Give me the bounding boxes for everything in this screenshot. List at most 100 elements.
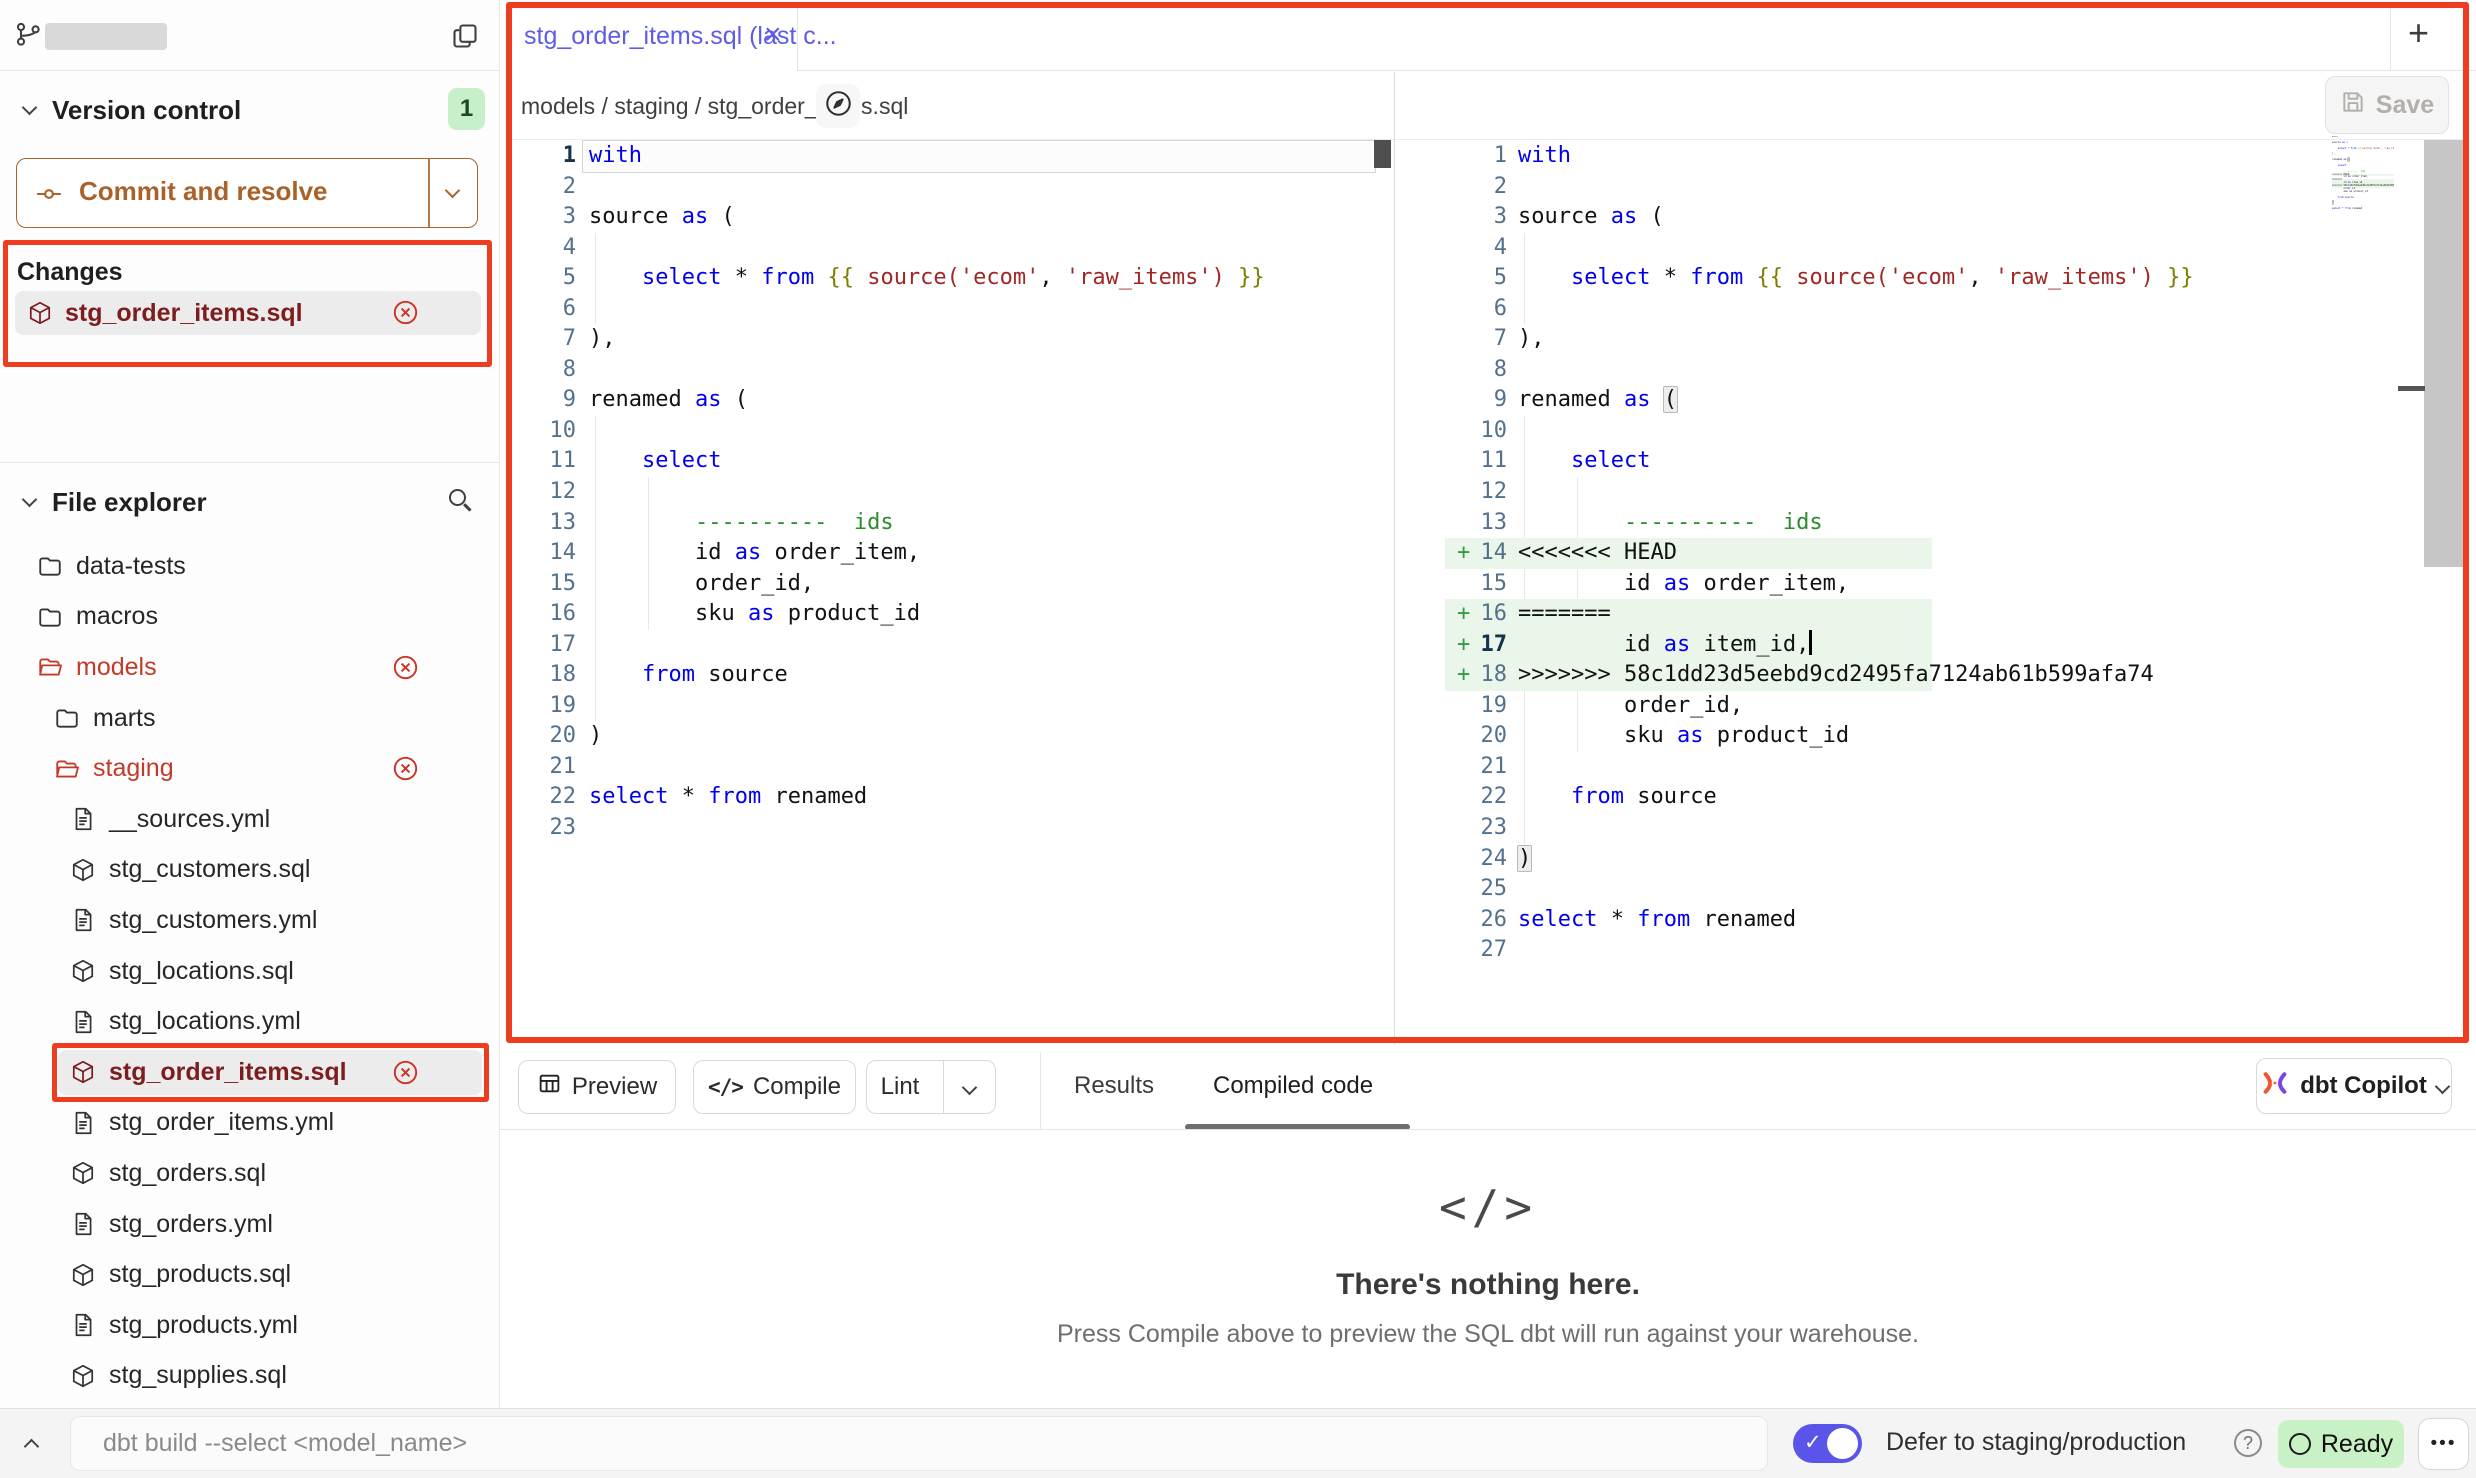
new-tab-button[interactable]: +: [2408, 12, 2429, 54]
code-line: 15 id as order_item,: [1445, 569, 1932, 600]
help-icon[interactable]: ?: [2234, 1429, 2262, 1457]
file-row-macros[interactable]: macros: [0, 592, 500, 643]
code-line: +14<<<<<<< HEAD: [1445, 538, 1932, 569]
divider: [0, 70, 500, 71]
file-row-marts[interactable]: marts: [0, 693, 500, 744]
code-line: 22 from source: [1445, 782, 1932, 813]
code-line: +16=======: [1445, 599, 1932, 630]
scrollbar-thumb[interactable]: [2398, 386, 2425, 391]
file-row-stg-order-items-yml[interactable]: stg_order_items.yml: [0, 1098, 500, 1149]
branch-name-redacted: [45, 23, 167, 50]
ready-status-badge[interactable]: Ready: [2278, 1420, 2404, 1468]
divider: [797, 70, 2476, 71]
code-line: 24): [1445, 844, 1932, 875]
pane-splitter[interactable]: [1394, 72, 1395, 1044]
code-line: 20 sku as product_id: [1445, 721, 1932, 752]
preview-button-label: Preview: [572, 1073, 657, 1101]
file-icon: [70, 806, 96, 832]
dbt-ide-window: Version control 1 Commit and resolve Cha…: [0, 0, 2476, 1478]
minimap[interactable]: 1with23source as (45 select * from {{ so…: [2332, 136, 2394, 218]
folder-open-icon: [54, 756, 80, 782]
editor-pane-right[interactable]: 1with23source as (45 select * from {{ so…: [1445, 141, 1932, 966]
file-icon: [70, 1009, 96, 1035]
file-row-label: __sources.yml: [109, 805, 270, 834]
scrollbar-thumb[interactable]: [1374, 140, 1391, 168]
search-icon[interactable]: [449, 489, 466, 506]
discard-change-icon[interactable]: [392, 299, 419, 333]
discard-change-icon[interactable]: [392, 755, 419, 789]
code-line: 21: [510, 752, 1370, 783]
version-control-header[interactable]: Version control: [52, 95, 241, 126]
file-row-label: stg_order_items.sql: [109, 1058, 347, 1087]
model-icon: [70, 857, 96, 883]
editor-pane-left[interactable]: 1with23source as (45 select * from {{ so…: [510, 141, 1370, 844]
dbt-copilot-label: dbt Copilot: [2300, 1072, 2427, 1100]
file-row-stg-orders-yml[interactable]: stg_orders.yml: [0, 1199, 500, 1250]
file-row-stg-products-sql[interactable]: stg_products.sql: [0, 1249, 500, 1300]
close-icon[interactable]: ×: [764, 18, 782, 52]
tab-results[interactable]: Results: [1074, 1072, 1154, 1100]
chevron-down-icon[interactable]: [22, 100, 38, 116]
file-row-stg-products-yml[interactable]: stg_products.yml: [0, 1300, 500, 1351]
code-line: 22select * from renamed: [510, 782, 1370, 813]
lineage-button[interactable]: [816, 84, 860, 128]
file-row-label: stg_customers.yml: [109, 906, 317, 935]
divider: [500, 1129, 2476, 1130]
commit-and-resolve-button[interactable]: Commit and resolve: [16, 158, 478, 228]
discard-change-icon[interactable]: [392, 1059, 419, 1093]
file-row-stg-locations-sql[interactable]: stg_locations.sql: [0, 946, 500, 997]
defer-toggle[interactable]: ✓: [1793, 1424, 1862, 1463]
code-line: 27: [1445, 935, 1932, 966]
file-row-staging[interactable]: staging: [0, 743, 500, 794]
file-row-stg-customers-sql[interactable]: stg_customers.sql: [0, 845, 500, 896]
file-row-label: stg_orders.sql: [109, 1159, 266, 1188]
file-row--sources-yml[interactable]: __sources.yml: [0, 794, 500, 845]
file-row-stg-order-items-sql[interactable]: stg_order_items.sql: [0, 1047, 500, 1098]
lint-dropdown[interactable]: [943, 1061, 995, 1113]
file-row-label: stg_products.sql: [109, 1260, 291, 1289]
preview-button[interactable]: Preview: [518, 1060, 676, 1114]
save-button[interactable]: Save: [2325, 76, 2449, 134]
code-line: +17 id as item_id,: [1445, 630, 1932, 661]
save-button-label: Save: [2376, 91, 2434, 120]
code-line: 14 id as order_item,: [510, 538, 1370, 569]
changes-item[interactable]: stg_order_items.sql: [15, 291, 481, 335]
code-line: 25: [1445, 874, 1932, 905]
more-options-button[interactable]: •••: [2418, 1418, 2469, 1470]
file-row-label: stg_supplies.sql: [109, 1361, 287, 1390]
status-bar: dbt build --select <model_name> ✓ Defer …: [0, 1408, 2476, 1478]
model-icon: [27, 300, 53, 326]
chevron-down-icon[interactable]: [445, 183, 461, 199]
file-row-stg-customers-yml[interactable]: stg_customers.yml: [0, 895, 500, 946]
file-row-label: marts: [93, 704, 156, 733]
code-line: 6: [510, 294, 1370, 325]
copy-icon[interactable]: [451, 22, 479, 55]
file-row-stg-locations-yml[interactable]: stg_locations.yml: [0, 996, 500, 1047]
code-line: 10: [510, 416, 1370, 447]
tab-compiled-code[interactable]: Compiled code: [1213, 1072, 1373, 1100]
file-explorer-header[interactable]: File explorer: [52, 487, 207, 518]
compile-button[interactable]: </> Compile: [693, 1060, 856, 1114]
text-cursor: [1809, 630, 1812, 655]
defer-label: Defer to staging/production: [1886, 1428, 2186, 1457]
code-line: 6: [1445, 294, 1932, 325]
divider: [0, 462, 500, 463]
lint-button-label: Lint: [867, 1073, 933, 1101]
file-row-data-tests[interactable]: data-tests: [0, 541, 500, 592]
dbt-copilot-button[interactable]: dbt Copilot: [2256, 1058, 2452, 1114]
tab-stg-order-items[interactable]: stg_order_items.sql (last c...: [524, 22, 837, 51]
chevron-down-icon[interactable]: [22, 492, 38, 508]
file-row-stg-orders-sql[interactable]: stg_orders.sql: [0, 1148, 500, 1199]
command-input[interactable]: dbt build --select <model_name>: [70, 1416, 1768, 1471]
changes-item-label: stg_order_items.sql: [65, 299, 303, 328]
code-line: 17: [510, 630, 1370, 661]
discard-change-icon[interactable]: [392, 654, 419, 688]
code-line: 26select * from renamed: [1445, 905, 1932, 936]
code-line: 8: [1445, 355, 1932, 386]
expand-panel-icon[interactable]: [24, 1439, 40, 1455]
file-row-stg-supplies-sql[interactable]: stg_supplies.sql: [0, 1351, 500, 1402]
file-row-label: stg_products.yml: [109, 1311, 298, 1340]
lint-button[interactable]: Lint: [866, 1060, 996, 1114]
file-row-models[interactable]: models: [0, 642, 500, 693]
scrollbar-track[interactable]: [2424, 140, 2466, 567]
